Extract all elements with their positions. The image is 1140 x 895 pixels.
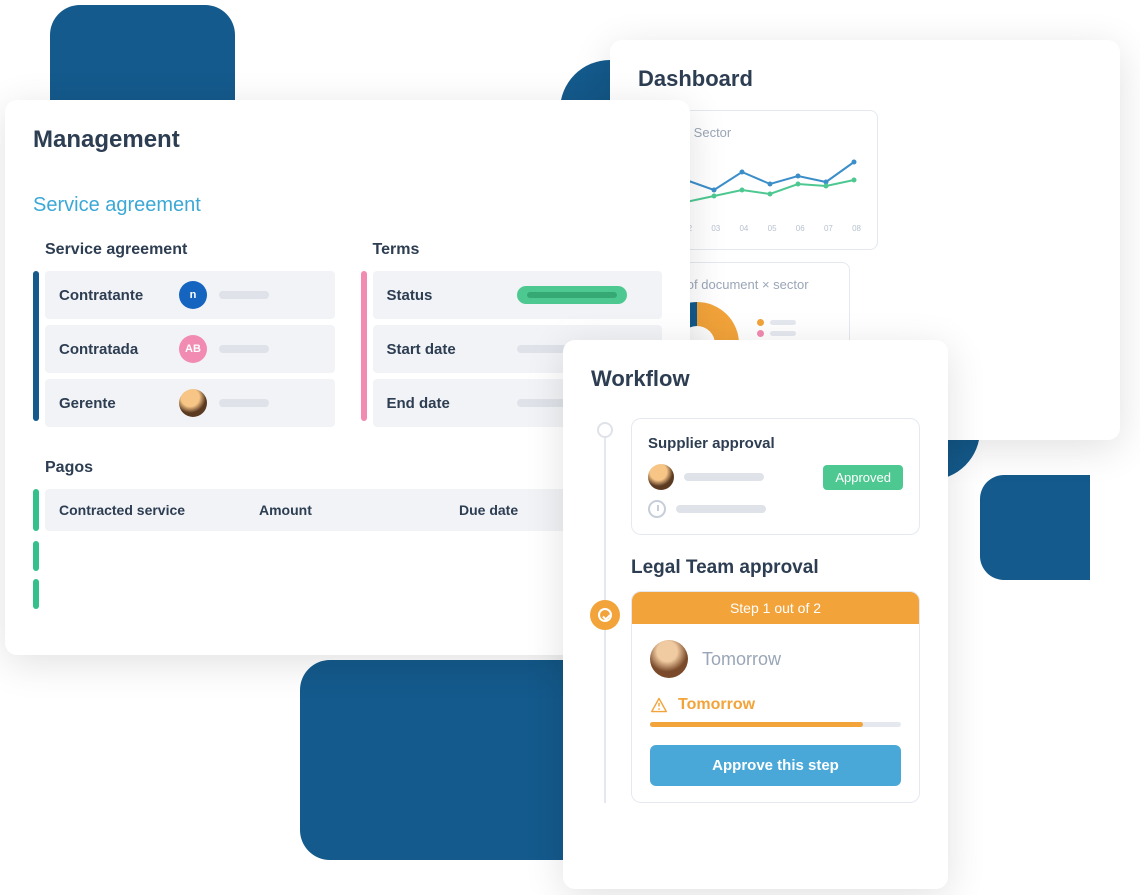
field-contratante[interactable]: Contratante n <box>45 271 335 319</box>
avatar-photo <box>179 389 207 417</box>
warn-label: Tomorrow <box>678 696 755 714</box>
placeholder-text <box>219 399 269 407</box>
step-title: Supplier approval <box>648 435 903 452</box>
avatar-photo <box>650 640 688 678</box>
management-title: Management <box>33 126 662 154</box>
field-label: Gerente <box>59 395 167 412</box>
progress-bar <box>650 722 901 727</box>
placeholder-text <box>219 345 269 353</box>
field-status[interactable]: Status <box>373 271 663 319</box>
col-sa-title: Service agreement <box>33 241 335 259</box>
field-label: Start date <box>387 341 505 358</box>
th-service: Contracted service <box>59 502 259 518</box>
placeholder-text <box>676 505 766 513</box>
workflow-step-1: Supplier approval Approved <box>631 418 920 535</box>
status-pill <box>517 286 627 304</box>
field-label: End date <box>387 395 505 412</box>
timeline-marker-active <box>590 600 620 630</box>
field-label: Status <box>387 287 505 304</box>
assignee-due: Tomorrow <box>702 649 781 670</box>
timeline-dot <box>597 422 613 438</box>
warning-icon <box>650 697 668 713</box>
field-contratada[interactable]: Contratada AB <box>45 325 335 373</box>
placeholder-text <box>219 291 269 299</box>
avatar-initials: AB <box>179 335 207 363</box>
check-circle-icon <box>598 608 612 622</box>
dashboard-title: Dashboard <box>638 66 1092 92</box>
workflow-step-2: Step 1 out of 2 Tomorrow Tomorrow Approv… <box>631 591 920 803</box>
management-subtitle: Service agreement <box>33 194 662 217</box>
status-badge: Approved <box>823 465 903 490</box>
col-terms-title: Terms <box>361 241 663 259</box>
avatar-company-icon: n <box>179 281 207 309</box>
step-title: Legal Team approval <box>631 557 920 579</box>
step-banner: Step 1 out of 2 <box>632 592 919 624</box>
clock-icon <box>648 500 666 518</box>
workflow-title: Workflow <box>591 366 920 392</box>
placeholder-text <box>684 473 764 481</box>
field-label: Contratada <box>59 341 167 358</box>
field-gerente[interactable]: Gerente <box>45 379 335 427</box>
th-amount: Amount <box>259 502 459 518</box>
approve-button[interactable]: Approve this step <box>650 745 901 786</box>
workflow-card: Workflow Supplier approval Approved Lega… <box>563 340 948 889</box>
field-label: Contratante <box>59 287 167 304</box>
avatar-photo <box>648 464 674 490</box>
bg-decoration <box>300 660 600 860</box>
